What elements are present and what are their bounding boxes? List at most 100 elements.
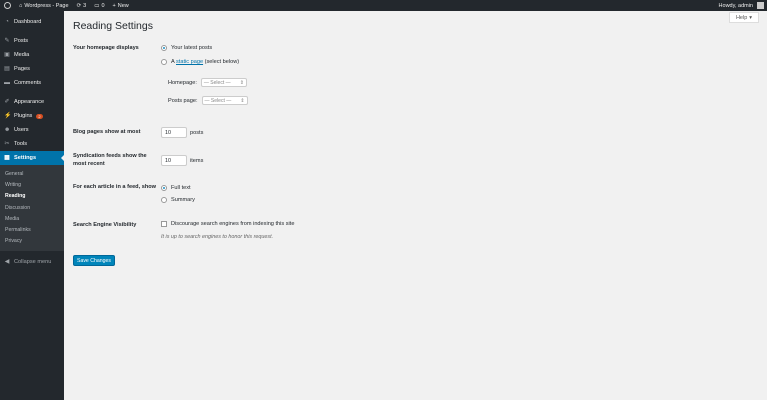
collapse-menu-button[interactable]: ◀ Collapse menu — [0, 255, 64, 269]
updates-count: 3 — [83, 2, 87, 9]
new-content-link[interactable]: + New — [109, 0, 133, 11]
save-changes-button[interactable]: Save Changes — [73, 255, 115, 266]
sidebar-item-tools[interactable]: ✂ Tools — [0, 137, 64, 151]
sidebar-item-label: Plugins — [14, 113, 33, 119]
sidebar-item-label: Comments — [14, 80, 42, 86]
admin-sidebar: ◔ Dashboard ✎ Posts ▣ Media ▤ Pages ▬ Comment… — [0, 11, 64, 400]
homepage-select-row: Homepage: — Select — ⇕ — [168, 78, 247, 87]
submenu-item-writing[interactable]: Writing — [0, 179, 64, 190]
homepage-select[interactable]: — Select — ⇕ — [200, 78, 247, 87]
static-page-option[interactable]: A static page (select below) — [161, 59, 239, 65]
static-suffix: (select below) — [204, 59, 240, 65]
updates-link[interactable]: ⟳ 3 — [73, 0, 91, 11]
sidebar-item-posts[interactable]: ✎ Posts — [0, 34, 64, 48]
summary-option[interactable]: Summary — [161, 197, 195, 203]
sidebar-item-settings[interactable]: ▦ Settings — [0, 151, 64, 165]
submenu-item-privacy[interactable]: Privacy — [0, 236, 64, 247]
media-icon: ▣ — [4, 52, 10, 58]
plus-icon: + — [112, 2, 116, 9]
howdy-text: Howdy, admin — [718, 2, 753, 9]
avatar — [757, 2, 764, 9]
sidebar-item-label: Posts — [14, 38, 28, 44]
full-text-label: Full text — [171, 185, 191, 191]
submenu-item-permalinks[interactable]: Permalinks — [0, 224, 64, 235]
brush-icon: ✐ — [4, 99, 10, 105]
site-name: Wordpress - Page — [24, 2, 69, 9]
caret-down-icon: ▾ — [749, 14, 753, 21]
chevron-updown-icon: ⇕ — [240, 97, 245, 104]
wordpress-logo-button[interactable] — [0, 0, 15, 11]
pin-icon: ✎ — [4, 38, 10, 44]
submenu-item-reading[interactable]: Reading — [0, 191, 64, 202]
site-name-link[interactable]: ⌂ Wordpress - Page — [15, 0, 73, 11]
comments-link[interactable]: ▭ 0 — [90, 0, 108, 11]
blog-pages-label: Blog pages show at most — [73, 129, 141, 135]
wordpress-icon — [4, 2, 11, 9]
admin-bar: ⌂ Wordpress - Page ⟳ 3 ▭ 0 + New Howdy, admi… — [0, 0, 767, 11]
sidebar-item-users[interactable]: ☻ Users — [0, 123, 64, 137]
help-tab-button[interactable]: Help ▾ — [729, 12, 759, 23]
collapse-icon: ◀ — [4, 259, 10, 266]
page-icon: ▤ — [4, 66, 10, 72]
submenu-item-general[interactable]: General — [0, 168, 64, 179]
syndication-input[interactable]: 10 — [161, 155, 187, 166]
sidebar-item-label: Appearance — [14, 99, 45, 105]
static-page-link[interactable]: static page — [176, 59, 203, 65]
sidebar-item-plugins[interactable]: ⚡ Plugins 2 — [0, 109, 64, 123]
sidebar-item-appearance[interactable]: ✐ Appearance — [0, 95, 64, 109]
blog-pages-unit: posts — [190, 129, 204, 136]
help-label: Help — [735, 14, 748, 21]
discourage-search-label: Discourage search engines from indexing … — [171, 221, 295, 227]
full-text-option[interactable]: Full text — [161, 185, 191, 191]
plugins-update-badge: 2 — [36, 113, 43, 119]
chevron-updown-icon: ⇕ — [239, 79, 244, 86]
submenu-item-discussion[interactable]: Discussion — [0, 202, 64, 213]
comment-icon: ▭ — [94, 2, 100, 9]
posts-page-select[interactable]: — Select — ⇕ — [201, 96, 248, 105]
dashboard-icon: ◔ — [5, 19, 9, 25]
latest-posts-radio[interactable] — [161, 45, 167, 51]
posts-page-select-row: Posts page: — Select — ⇕ — [168, 96, 248, 105]
settings-icon: ▦ — [4, 155, 10, 161]
collapse-label: Collapse menu — [14, 259, 52, 266]
user-account-link[interactable]: Howdy, admin — [715, 0, 767, 11]
sidebar-item-media[interactable]: ▣ Media — [0, 48, 64, 62]
summary-radio[interactable] — [161, 197, 167, 203]
new-label: New — [117, 2, 129, 9]
page-title: Reading Settings — [73, 20, 153, 32]
select-value: — Select — — [204, 97, 232, 104]
home-icon: ⌂ — [19, 2, 23, 9]
sidebar-item-dashboard[interactable]: ◔ Dashboard — [0, 15, 64, 29]
sidebar-item-label: Settings — [14, 155, 37, 161]
plugin-icon: ⚡ — [4, 113, 12, 119]
comments-count: 0 — [101, 2, 105, 9]
syndication-label: Syndication feeds show the most recent — [73, 153, 147, 167]
blog-pages-field: 10 posts — [161, 127, 203, 138]
refresh-icon: ⟳ — [76, 2, 82, 9]
discourage-search-checkbox[interactable] — [161, 221, 167, 227]
homepage-select-label: Homepage: — [168, 79, 197, 86]
syndication-unit: items — [190, 157, 204, 164]
full-text-radio[interactable] — [161, 185, 167, 191]
summary-label: Summary — [171, 197, 195, 203]
settings-submenu: General Writing Reading Discussion Media… — [0, 165, 64, 252]
search-visibility-label: Search Engine Visibility — [73, 222, 137, 228]
homepage-displays-label: Your homepage displays — [73, 45, 139, 51]
posts-page-select-label: Posts page: — [168, 97, 198, 104]
sidebar-item-comments[interactable]: ▬ Comments — [0, 76, 64, 90]
latest-posts-label: Your latest posts — [171, 45, 213, 51]
static-prefix: A — [171, 59, 175, 65]
blog-pages-input[interactable]: 10 — [161, 127, 187, 138]
latest-posts-option[interactable]: Your latest posts — [161, 45, 212, 51]
static-page-label: A static page (select below) — [171, 59, 239, 65]
search-visibility-description: It is up to search engines to honor this… — [161, 234, 274, 240]
sidebar-item-label: Tools — [14, 141, 28, 147]
discourage-search-option[interactable]: Discourage search engines from indexing … — [161, 221, 294, 227]
feed-article-label: For each article in a feed, show — [73, 184, 156, 190]
sidebar-item-label: Pages — [14, 66, 30, 72]
syndication-field: 10 items — [161, 155, 203, 166]
static-page-radio[interactable] — [161, 59, 167, 65]
submenu-item-media[interactable]: Media — [0, 213, 64, 224]
sidebar-item-pages[interactable]: ▤ Pages — [0, 62, 64, 76]
sidebar-item-label: Users — [14, 127, 29, 133]
